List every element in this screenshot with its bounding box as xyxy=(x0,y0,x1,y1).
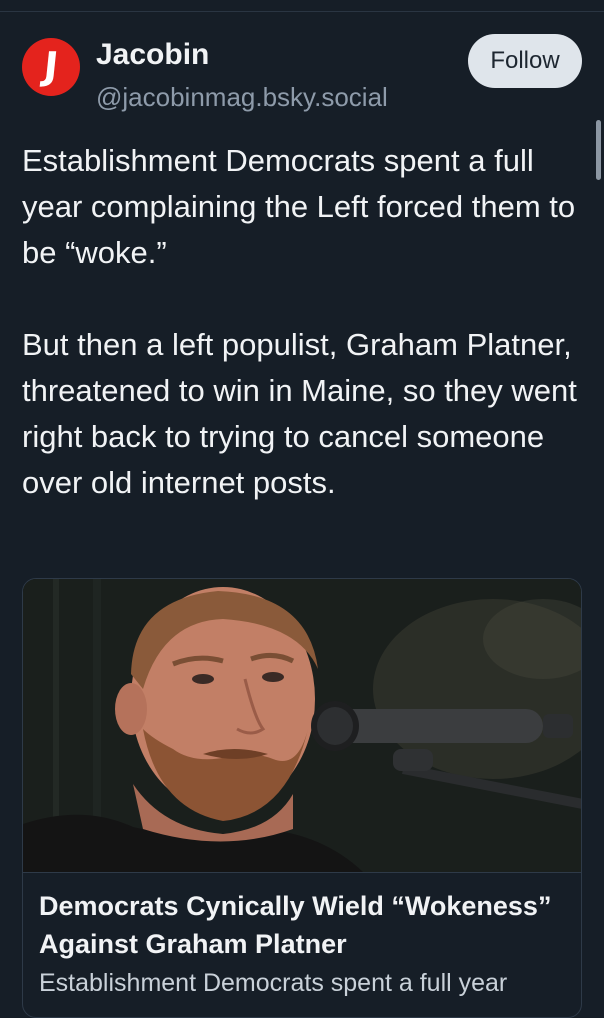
top-divider xyxy=(0,0,604,12)
man-at-microphone-photo-icon xyxy=(23,579,581,872)
author-display-name[interactable]: Jacobin xyxy=(96,38,209,72)
avatar-letter: J xyxy=(41,44,61,88)
link-card-description: Establishment Democrats spent a full yea… xyxy=(39,969,508,997)
follow-button[interactable]: Follow xyxy=(468,34,582,88)
link-card[interactable]: Democrats Cynically Wield “Wokeness” Aga… xyxy=(22,578,582,1018)
link-card-image xyxy=(23,579,581,872)
avatar[interactable]: J xyxy=(22,38,80,96)
scrollbar[interactable] xyxy=(596,120,601,180)
link-card-title[interactable]: Democrats Cynically Wield “Wokeness” Aga… xyxy=(39,887,565,963)
author-handle[interactable]: @jacobinmag.bsky.social xyxy=(96,82,388,113)
post-header: J Jacobin @jacobinmag.bsky.social Follow xyxy=(22,30,582,120)
link-card-body: Democrats Cynically Wield “Wokeness” Aga… xyxy=(23,872,581,999)
post-text: Establishment Democrats spent a full yea… xyxy=(22,143,577,500)
